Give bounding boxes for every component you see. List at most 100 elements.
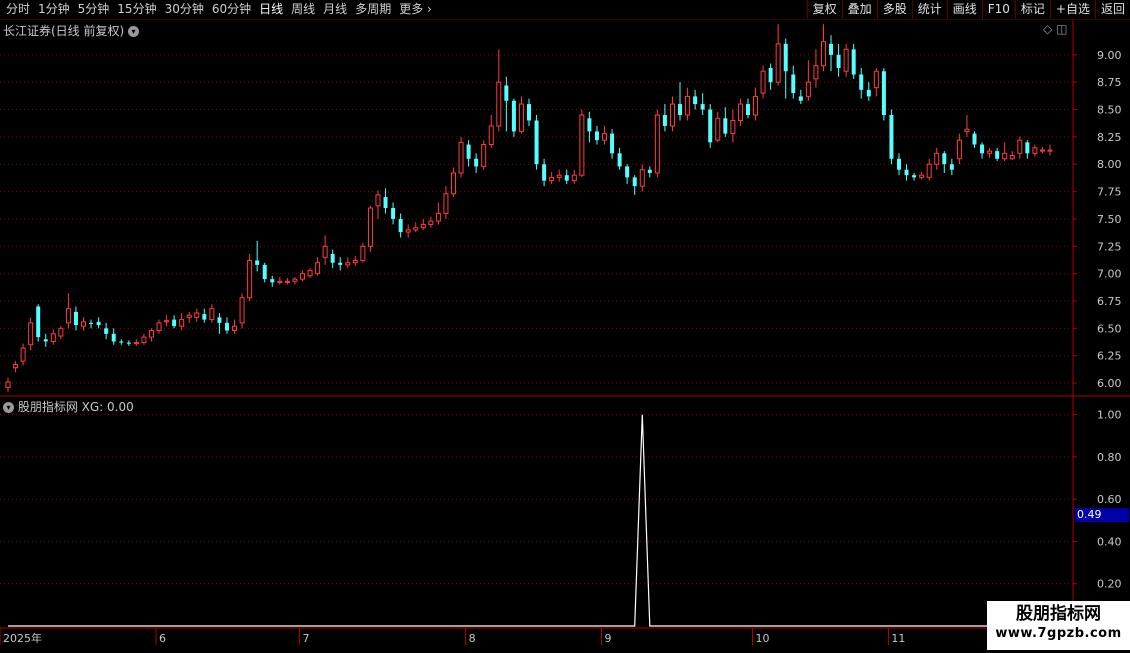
- candle-body: [96, 321, 101, 326]
- tab-5[interactable]: 60分钟: [208, 0, 255, 19]
- candle-body: [481, 144, 487, 167]
- candle-body: [428, 220, 434, 225]
- candle-body: [708, 109, 713, 143]
- candle-body: [723, 118, 728, 134]
- candle-body: [345, 262, 351, 266]
- candle-body: [202, 314, 207, 320]
- chevron-down-icon[interactable]: ▾: [128, 26, 140, 37]
- tool-button-0[interactable]: 复权: [806, 0, 842, 19]
- tool-button-4[interactable]: 画线: [946, 0, 982, 19]
- tab-1[interactable]: 1分钟: [34, 0, 74, 19]
- candle-body: [322, 245, 328, 258]
- candle-body: [466, 144, 471, 159]
- candle-body: [292, 278, 298, 282]
- candle-body: [972, 133, 977, 145]
- candle-body: [775, 43, 781, 83]
- tool-button-2[interactable]: 多股: [876, 0, 912, 19]
- candle-body: [232, 325, 238, 332]
- candle-body: [813, 65, 819, 80]
- candle-body: [964, 128, 970, 132]
- tab-6[interactable]: 日线: [255, 0, 287, 19]
- tool-button-3[interactable]: 统计: [911, 0, 947, 19]
- x-axis-label: 2025年: [3, 631, 42, 645]
- main-panel-header: 长江证券(日线 前复权) ▾: [3, 22, 140, 39]
- candle-body: [881, 71, 886, 115]
- candle-body: [987, 150, 993, 154]
- split-panel-icon[interactable]: ◫: [1056, 22, 1067, 36]
- diamond-icon[interactable]: ◇: [1043, 22, 1052, 36]
- main-y-tick-label: 8.75: [1097, 76, 1122, 89]
- candle-body: [148, 330, 154, 338]
- main-panel-title[interactable]: 长江证券(日线 前复权): [3, 24, 124, 38]
- candle-body: [820, 41, 826, 67]
- tool-button-7[interactable]: +自选: [1049, 0, 1095, 19]
- candle-body: [791, 74, 796, 94]
- main-y-tick-label: 6.75: [1097, 295, 1122, 308]
- chevron-down-icon[interactable]: ▾: [3, 402, 14, 413]
- candle-body: [405, 229, 411, 233]
- candle-body: [284, 280, 290, 283]
- tool-button-5[interactable]: F10: [981, 0, 1015, 19]
- candle-body: [715, 117, 721, 141]
- candle-body: [1039, 149, 1045, 152]
- tab-4[interactable]: 30分钟: [161, 0, 208, 19]
- indicator-y-tick-label: 1.00: [1097, 409, 1122, 422]
- candle-body: [126, 342, 131, 344]
- candle-body: [299, 273, 305, 280]
- candle-body: [367, 207, 373, 247]
- tab-2[interactable]: 5分钟: [74, 0, 114, 19]
- candle-body: [172, 319, 177, 327]
- candle-body: [534, 120, 539, 165]
- candle-body: [383, 197, 388, 208]
- candle-body: [639, 169, 645, 187]
- candle-body: [594, 131, 599, 141]
- tool-button-1[interactable]: 叠加: [841, 0, 877, 19]
- candle-body: [89, 322, 94, 324]
- indicator-y-tick-label: 0.60: [1097, 493, 1122, 506]
- tab-7[interactable]: 周线: [287, 0, 319, 19]
- candle-body: [783, 43, 788, 72]
- tab-3[interactable]: 15分钟: [113, 0, 160, 19]
- x-axis-label: 7: [302, 632, 309, 645]
- candle-body: [912, 175, 917, 178]
- candle-body: [805, 81, 811, 97]
- candle-body: [104, 328, 109, 334]
- tab-10[interactable]: 更多 ›: [395, 0, 436, 19]
- candle-body: [1032, 147, 1038, 154]
- candle-body: [73, 311, 78, 326]
- candle-body: [700, 104, 705, 110]
- candle-body: [511, 100, 516, 132]
- candle-body: [617, 153, 622, 167]
- candle-body: [571, 174, 577, 182]
- candle-body: [217, 317, 222, 323]
- candle-body: [632, 177, 637, 187]
- watermark: 股朋指标网 www.7gpzb.com: [987, 601, 1130, 650]
- candle-body: [829, 43, 834, 55]
- candle-body: [889, 115, 894, 159]
- main-y-tick-label: 7.50: [1097, 213, 1122, 226]
- candle-body: [81, 321, 87, 327]
- candle-body: [753, 95, 759, 116]
- candle-body: [255, 260, 260, 265]
- candle-body: [1047, 149, 1053, 152]
- tool-buttons: 复权 叠加 多股 统计 画线 F10 标记 +自选 返回: [806, 0, 1130, 19]
- candle-body: [662, 115, 667, 126]
- candle-body: [315, 262, 321, 275]
- candle-body: [360, 245, 366, 262]
- tool-button-6[interactable]: 标记: [1014, 0, 1050, 19]
- candle-body: [1002, 152, 1008, 160]
- indicator-y-tick-label: 0.20: [1097, 578, 1122, 591]
- candle-body: [435, 212, 441, 222]
- tab-0[interactable]: 分时: [2, 0, 34, 19]
- x-axis-label: 11: [891, 632, 905, 645]
- tool-button-8[interactable]: 返回: [1094, 0, 1130, 19]
- tab-9[interactable]: 多周期: [351, 0, 395, 19]
- indicator-panel-title[interactable]: 股朋指标网: [18, 400, 78, 414]
- candle-body: [28, 322, 34, 346]
- tab-8[interactable]: 月线: [319, 0, 351, 19]
- main-y-tick-label: 7.00: [1097, 268, 1122, 281]
- candle-body: [391, 208, 396, 219]
- x-axis-label: 9: [605, 632, 612, 645]
- candle-body: [496, 81, 502, 127]
- candle-body: [926, 163, 932, 178]
